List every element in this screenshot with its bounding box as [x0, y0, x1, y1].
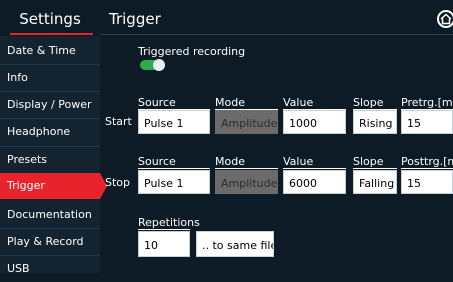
stop-source-field[interactable]: Pulse 1	[138, 170, 210, 194]
start-mode-field: Amplitude	[215, 110, 278, 134]
stop-row-label: Stop	[105, 176, 131, 189]
sidebar-item-play-record[interactable]: Play & Record	[0, 229, 100, 255]
stop-posttrigger-field[interactable]: 15	[401, 170, 453, 194]
sidebar-item-label: Trigger	[7, 179, 45, 192]
start-value-field[interactable]: 1000	[283, 110, 346, 134]
stop-slope-field[interactable]: Falling	[353, 170, 397, 194]
stop-value-underline	[283, 168, 346, 169]
stop-mode-field: Amplitude	[215, 170, 278, 194]
sidebar-item-label: USB	[7, 262, 30, 275]
toggle-knob	[153, 59, 165, 71]
sidebar-item-usb[interactable]: USB	[0, 256, 100, 282]
sidebar-item-label: Headphone	[7, 125, 71, 138]
stop-mode-underline	[215, 168, 278, 169]
repetitions-header: Repetitions	[138, 216, 200, 229]
start-pretrigger-field[interactable]: 15	[401, 110, 453, 134]
repetitions-target-field[interactable]: .. to same file	[196, 231, 274, 257]
sidebar-title: Settings	[19, 10, 81, 28]
start-mode-header: Mode	[215, 96, 245, 109]
sidebar-item-display-power[interactable]: Display / Power	[0, 92, 100, 118]
home-icon[interactable]	[437, 10, 453, 28]
stop-source-underline	[138, 168, 210, 169]
triggered-recording-toggle[interactable]	[140, 59, 165, 71]
stop-posttrigger-header: Posttrg.[ms]	[401, 155, 453, 168]
triggered-recording-label: Triggered recording	[138, 45, 246, 58]
sidebar-item-label: Presets	[7, 153, 48, 166]
sidebar-item-label: Date & Time	[7, 44, 76, 57]
start-slope-field[interactable]: Rising	[353, 110, 397, 134]
start-slope-header: Slope	[353, 96, 384, 109]
stop-value-header: Value	[283, 155, 314, 168]
repetitions-underline	[138, 229, 190, 230]
stop-mode-header: Mode	[215, 155, 245, 168]
start-pretrigger-header: Pretrg.[ms]	[401, 96, 453, 109]
sidebar-item-label: Info	[7, 71, 28, 84]
stop-value-field[interactable]: 6000	[283, 170, 346, 194]
sidebar-item-headphone[interactable]: Headphone	[0, 119, 100, 145]
sidebar-item-presets[interactable]: Presets	[0, 147, 100, 173]
sidebar-item-trigger[interactable]: Trigger	[0, 173, 107, 199]
start-source-header: Source	[138, 96, 176, 109]
start-value-header: Value	[283, 96, 314, 109]
sidebar-item-label: Documentation	[7, 208, 92, 221]
sidebar-item-date-time[interactable]: Date & Time	[0, 38, 100, 64]
sidebar-title-underline	[10, 33, 93, 35]
stop-posttrigger-underline	[401, 168, 453, 169]
sidebar-item-label: Display / Power	[7, 98, 92, 111]
stop-source-header: Source	[138, 155, 176, 168]
repetitions-field[interactable]: 10	[138, 231, 190, 257]
page-title: Trigger	[109, 10, 161, 28]
sidebar-item-documentation[interactable]: Documentation	[0, 202, 100, 228]
sidebar-item-info[interactable]: Info	[0, 65, 100, 91]
header-divider	[100, 34, 453, 35]
start-source-field[interactable]: Pulse 1	[138, 110, 210, 134]
home-icon-glyph	[440, 13, 452, 25]
stop-slope-underline	[353, 168, 397, 169]
sidebar-item-label: Play & Record	[7, 235, 84, 248]
stop-slope-header: Slope	[353, 155, 384, 168]
start-row-label: Start	[105, 115, 132, 128]
